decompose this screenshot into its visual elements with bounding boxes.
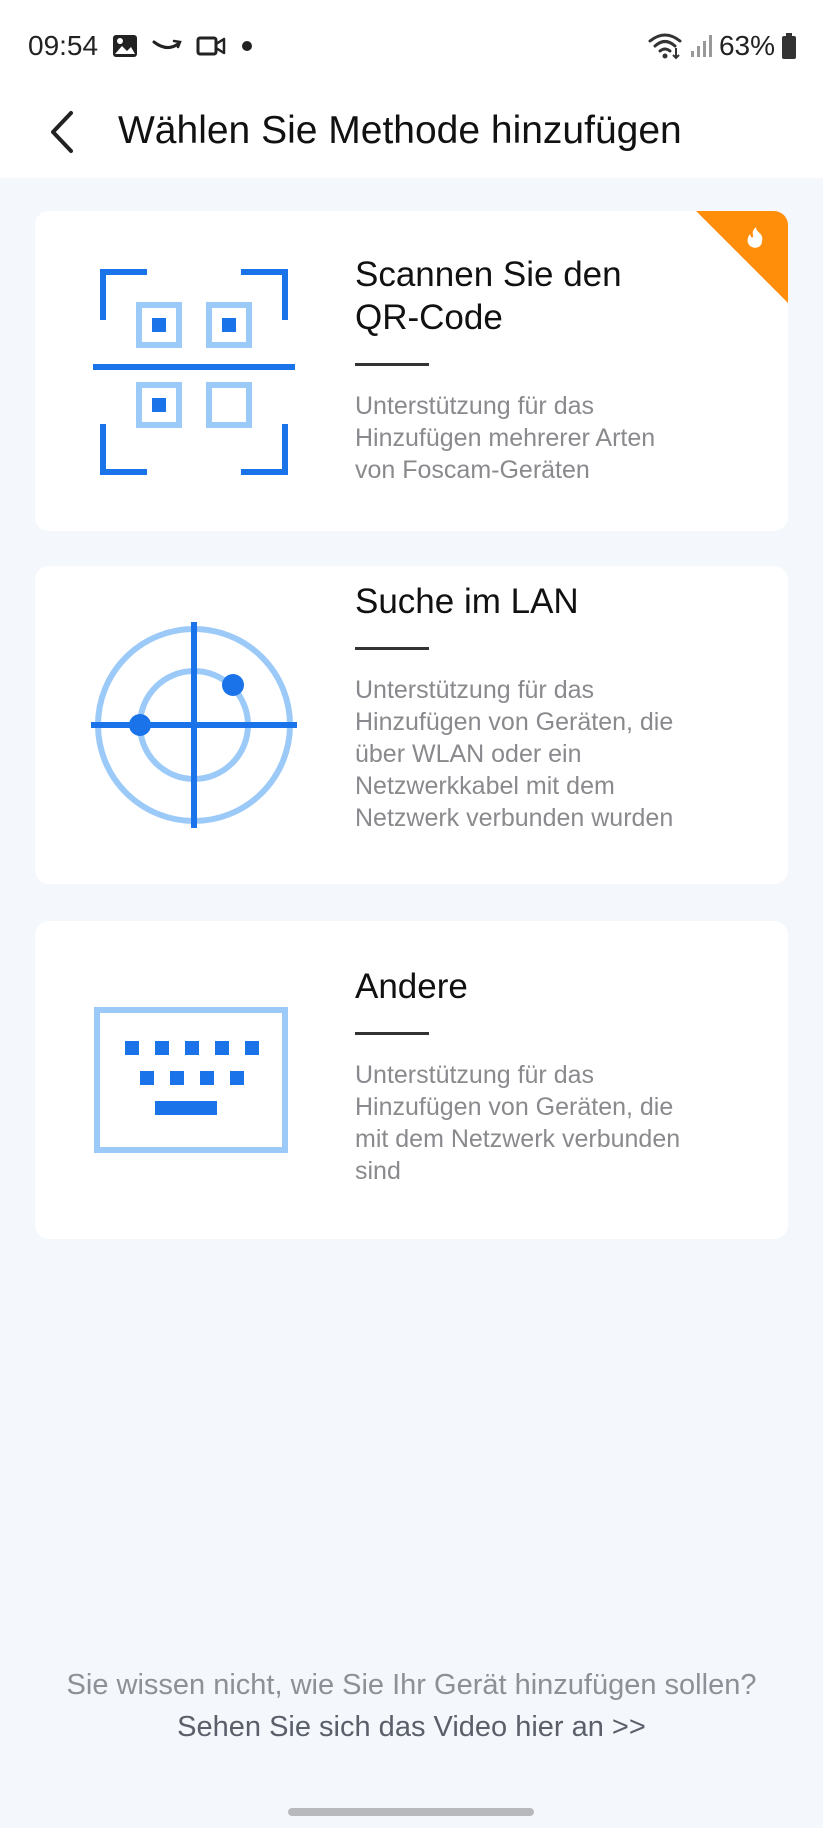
card-description: Unterstützung für das Hinzufügen mehrere… [355,392,656,484]
card-title: Scannen Sie den QR-Code [355,255,622,337]
help-hint: Sie wissen nicht, wie Sie Ihr Gerät hinz… [66,1669,757,1701]
dot-icon [242,41,252,51]
page-title: Wählen Sie Methode hinzufügen [118,109,682,152]
method-card-other[interactable]: Andere Unterstützung für das Hinzufügen … [35,921,788,1239]
chevron-left-icon [51,111,73,153]
amazon-icon [152,39,182,49]
video-link[interactable]: Sehen Sie sich das Video hier an >> [0,1706,823,1748]
method-card-qr-code[interactable]: Scannen Sie den QR-Code Unterstützung fü… [35,211,788,531]
battery-icon [782,33,796,59]
card-text: Andere Unterstützung für das Hinzufügen … [355,965,755,1187]
home-indicator[interactable] [288,1808,534,1816]
signal-icon [690,35,712,57]
radar-icon [91,622,297,828]
divider [355,1032,429,1035]
qr-scan-icon [93,269,295,475]
hot-badge [696,211,788,303]
back-button[interactable] [34,96,90,168]
divider [355,363,429,366]
wifi-icon [648,33,682,60]
video-camera-icon [196,36,226,56]
card-text: Scannen Sie den QR-Code Unterstützung fü… [355,253,755,486]
divider [355,647,429,650]
card-description: Unterstützung für das Hinzufügen von Ger… [355,676,674,832]
gallery-icon [113,35,137,57]
keyboard-icon [94,1007,288,1153]
card-title: Suche im LAN [355,582,579,621]
system-icons: 63% [647,28,797,64]
status-bar: 09:54 63% [0,0,823,90]
battery-percentage: 63% [718,30,775,61]
card-title: Andere [355,967,468,1006]
status-time: 09:54 [28,30,99,61]
app-header: Wählen Sie Methode hinzufügen [0,90,823,178]
notification-icons [112,30,254,62]
card-description: Unterstützung für das Hinzufügen von Ger… [355,1061,681,1185]
method-card-lan-search[interactable]: Suche im LAN Unterstützung für das Hinzu… [35,566,788,884]
card-text: Suche im LAN Unterstützung für das Hinzu… [355,580,755,834]
